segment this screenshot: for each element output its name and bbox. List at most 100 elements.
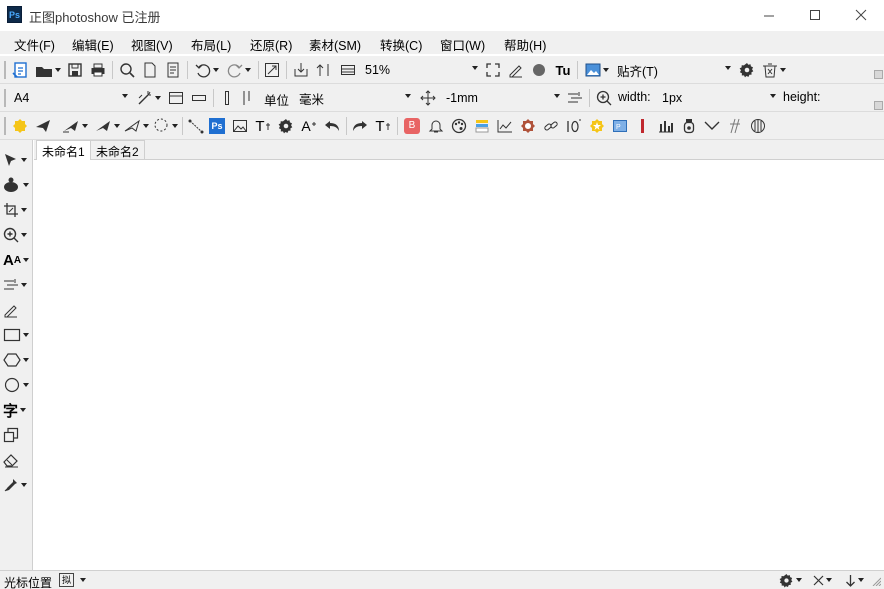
back-button[interactable] bbox=[322, 116, 342, 136]
pen-tool-2-button[interactable] bbox=[92, 116, 122, 136]
font-tool-button[interactable]: AA bbox=[3, 249, 30, 271]
text-style-button[interactable]: T bbox=[253, 116, 273, 136]
width-select[interactable]: 1px bbox=[658, 88, 778, 108]
text-insert-button[interactable]: T bbox=[373, 116, 393, 136]
resize-grip[interactable] bbox=[870, 573, 882, 587]
chevron-down-button[interactable] bbox=[702, 116, 722, 136]
input-mode-dropdown[interactable] bbox=[76, 575, 88, 585]
pen-button[interactable] bbox=[506, 60, 526, 80]
hatch-button[interactable] bbox=[725, 116, 745, 136]
menu-layout[interactable]: 布局(L) bbox=[191, 35, 231, 54]
line-chart-button[interactable] bbox=[495, 116, 515, 136]
orientation-button[interactable] bbox=[134, 88, 164, 108]
gradient-button[interactable] bbox=[472, 116, 492, 136]
open-button[interactable] bbox=[34, 60, 62, 80]
eyedropper-tool-button[interactable] bbox=[3, 474, 29, 496]
import-button[interactable] bbox=[291, 60, 311, 80]
close-button[interactable] bbox=[838, 0, 884, 30]
palette-button[interactable] bbox=[449, 116, 469, 136]
select-tool-button[interactable] bbox=[3, 149, 29, 171]
menu-convert[interactable]: 转换(C) bbox=[380, 35, 422, 54]
menu-file[interactable]: 文件(F) bbox=[14, 35, 55, 54]
stamp-button[interactable] bbox=[518, 116, 538, 136]
eraser-tool-button[interactable] bbox=[3, 449, 29, 471]
panel-button[interactable] bbox=[338, 60, 358, 80]
star-badge-button[interactable] bbox=[587, 116, 607, 136]
document-list-button[interactable] bbox=[163, 60, 183, 80]
double-line-button[interactable] bbox=[239, 88, 255, 108]
toolbar-overflow-button[interactable] bbox=[874, 101, 883, 110]
tab-untitled-2[interactable]: 未命名2 bbox=[90, 140, 145, 160]
circle-lines-button[interactable] bbox=[748, 116, 768, 136]
brush-tool-button[interactable] bbox=[3, 174, 29, 196]
polygon-tool-button[interactable] bbox=[3, 349, 29, 371]
pen-tool-3-button[interactable] bbox=[122, 116, 150, 136]
page-button[interactable] bbox=[140, 60, 160, 80]
align-lines-button[interactable] bbox=[565, 88, 585, 108]
undo-button[interactable] bbox=[192, 60, 222, 80]
minimize-button[interactable] bbox=[746, 0, 792, 30]
picture-button[interactable] bbox=[230, 116, 250, 136]
redo-button[interactable] bbox=[224, 60, 254, 80]
link-button[interactable] bbox=[541, 116, 561, 136]
pen-tool-button[interactable] bbox=[3, 299, 29, 321]
rectangle-tool-button[interactable] bbox=[3, 324, 29, 346]
text-tool-button[interactable]: 字 bbox=[3, 399, 29, 421]
status-settings-button[interactable] bbox=[776, 571, 804, 589]
effects-settings-button[interactable] bbox=[276, 116, 296, 136]
forward-button[interactable] bbox=[350, 116, 370, 136]
fullscreen-button[interactable] bbox=[484, 60, 502, 80]
save-button[interactable] bbox=[65, 60, 85, 80]
settings-button[interactable] bbox=[737, 60, 757, 80]
zoom-select[interactable]: 51% bbox=[361, 60, 480, 80]
send-button[interactable] bbox=[32, 116, 54, 136]
lasso-button[interactable] bbox=[150, 116, 180, 136]
toolbar-overflow-button[interactable] bbox=[874, 70, 883, 79]
move-button[interactable] bbox=[418, 88, 438, 108]
offset-select[interactable]: -1mm bbox=[442, 88, 562, 108]
bar-button[interactable] bbox=[189, 88, 209, 108]
bell-button[interactable] bbox=[426, 116, 446, 136]
status-download-button[interactable] bbox=[840, 571, 868, 589]
photo-button[interactable]: P bbox=[610, 116, 630, 136]
fit-button[interactable] bbox=[262, 60, 282, 80]
menu-window[interactable]: 窗口(W) bbox=[440, 35, 485, 54]
print-button[interactable] bbox=[88, 60, 108, 80]
layers-tool-button[interactable] bbox=[3, 424, 29, 446]
maximize-button[interactable] bbox=[792, 0, 838, 30]
menu-view[interactable]: 视图(V) bbox=[131, 35, 173, 54]
input-mode-chip[interactable]: 拟 bbox=[59, 573, 74, 587]
search-button[interactable] bbox=[117, 60, 137, 80]
unit-select[interactable]: 毫米 bbox=[295, 88, 413, 108]
layout-frame-button[interactable] bbox=[166, 88, 186, 108]
record-button[interactable] bbox=[529, 60, 549, 80]
bold-badge-button[interactable]: B bbox=[403, 116, 421, 136]
new-document-button[interactable] bbox=[10, 60, 32, 80]
crop-tool-button[interactable] bbox=[3, 199, 29, 221]
pen-tool-1-button[interactable] bbox=[60, 116, 90, 136]
menu-material[interactable]: 素材(SM) bbox=[309, 35, 361, 54]
zoom-in-button[interactable] bbox=[594, 88, 614, 108]
status-close-button[interactable] bbox=[808, 571, 836, 589]
tab-untitled-1[interactable]: 未命名1 bbox=[36, 140, 91, 161]
snap-select[interactable]: 贴齐(T) bbox=[613, 60, 733, 80]
sort-button[interactable] bbox=[314, 60, 336, 80]
menu-restore[interactable]: 还原(R) bbox=[250, 35, 292, 54]
menu-edit[interactable]: 编辑(E) bbox=[72, 35, 114, 54]
sticker-button[interactable] bbox=[11, 116, 29, 136]
zoom-tool-button[interactable] bbox=[3, 224, 29, 246]
jar-button[interactable] bbox=[679, 116, 699, 136]
red-bar-button[interactable] bbox=[633, 116, 653, 136]
menu-help[interactable]: 帮助(H) bbox=[504, 35, 546, 54]
text-tu-button[interactable]: Tu bbox=[552, 60, 574, 80]
number-button[interactable] bbox=[564, 116, 584, 136]
paper-size-select[interactable]: A4 bbox=[10, 88, 130, 108]
photoshop-button[interactable]: Ps bbox=[208, 116, 226, 136]
image-button[interactable] bbox=[582, 60, 612, 80]
font-size-button[interactable]: A bbox=[299, 116, 319, 136]
align-tool-button[interactable] bbox=[3, 274, 29, 296]
document-canvas[interactable] bbox=[34, 160, 884, 570]
node-button[interactable] bbox=[186, 116, 206, 136]
vertical-line-button[interactable] bbox=[219, 88, 235, 108]
bar-chart-button[interactable] bbox=[656, 116, 676, 136]
